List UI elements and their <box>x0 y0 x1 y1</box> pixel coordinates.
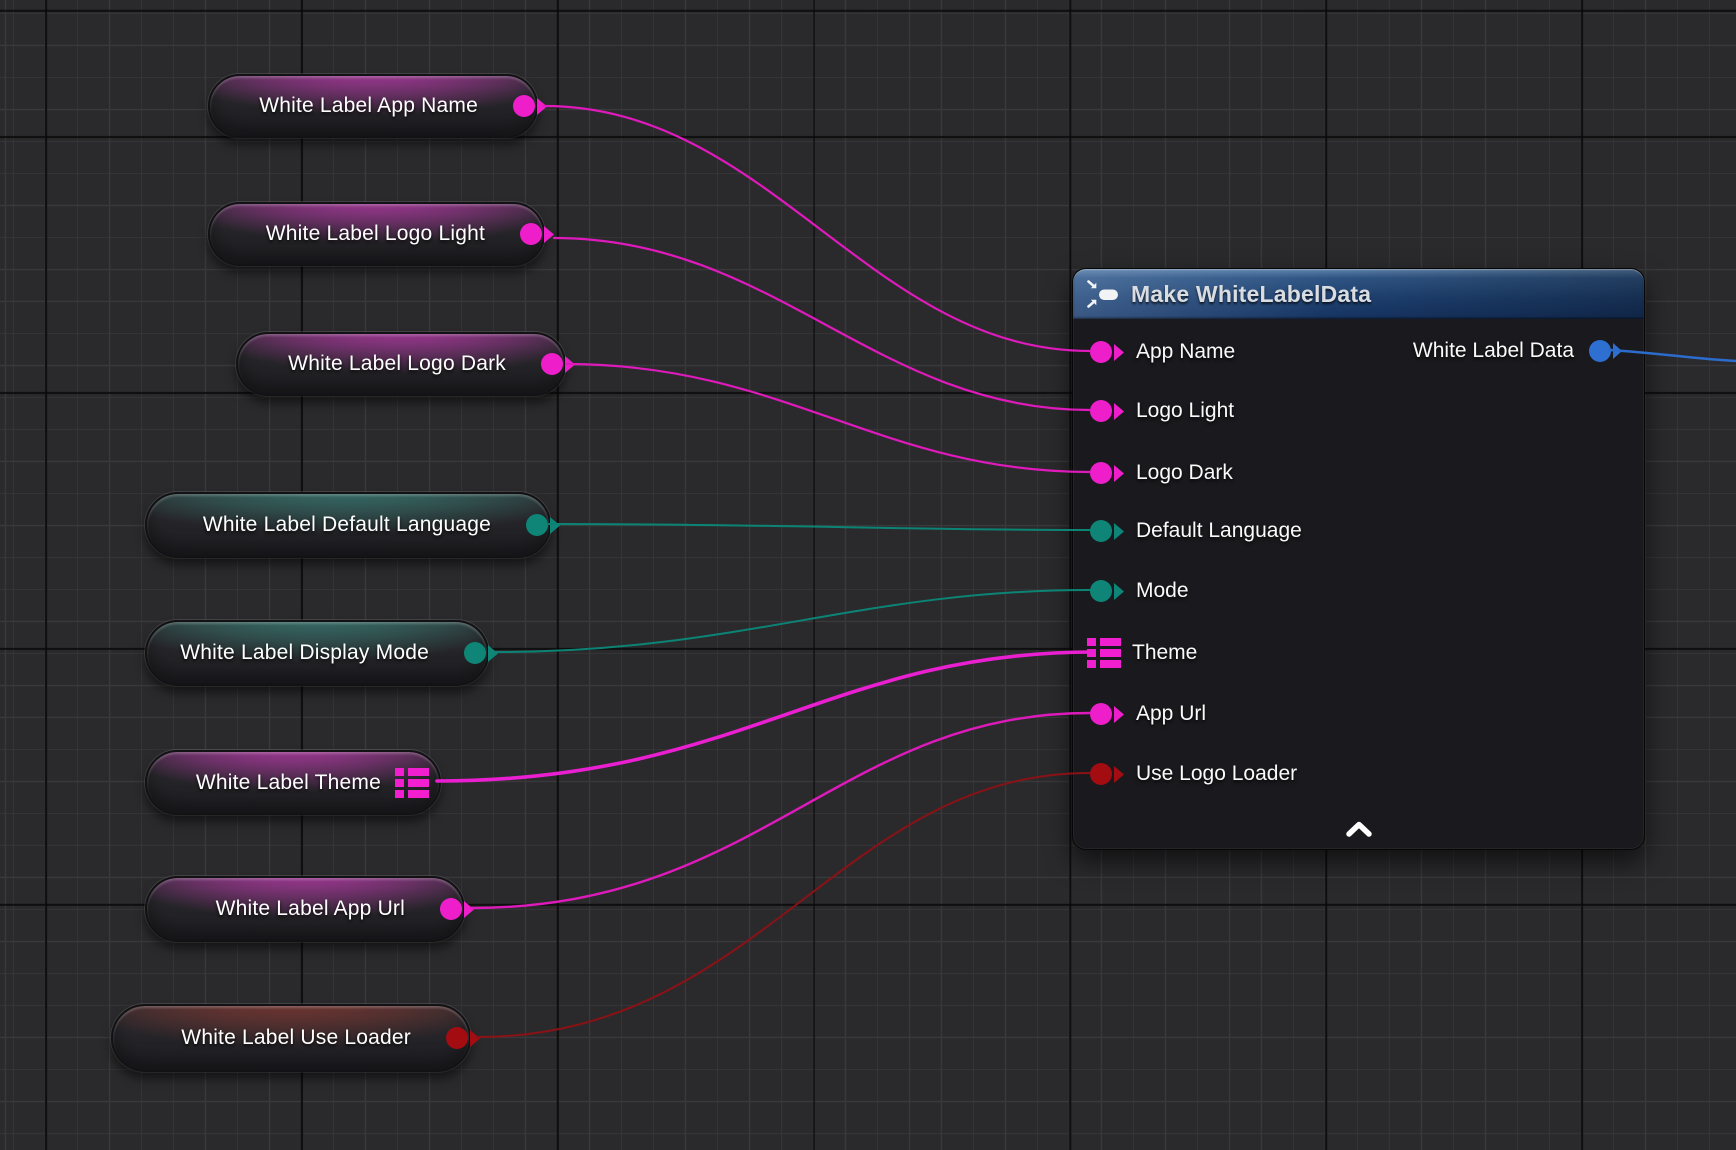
output-pin-row-white-label-data[interactable]: White Label Data <box>1413 329 1624 373</box>
variable-node-white-label-logo-dark[interactable]: White Label Logo Dark <box>236 332 566 396</box>
wire-white-label-theme-to-theme[interactable] <box>437 652 1094 781</box>
input-pin-row-logo-light[interactable]: Logo Light <box>1087 389 1234 433</box>
input-pin-icon[interactable] <box>1087 698 1125 730</box>
output-pin-icon[interactable] <box>523 509 561 541</box>
variable-node-label: White Label Theme <box>196 771 381 795</box>
node-header[interactable]: Make WhiteLabelData <box>1073 269 1644 319</box>
output-pin-icon[interactable] <box>510 90 548 122</box>
variable-node-white-label-display-mode[interactable]: White Label Display Mode <box>145 620 489 686</box>
output-pin-icon[interactable] <box>517 218 555 250</box>
blueprint-graph-canvas[interactable]: White Label App Name White Label Logo Li… <box>0 0 1736 1150</box>
variable-node-label: White Label Logo Light <box>266 222 485 246</box>
input-pin-icon[interactable] <box>1087 457 1125 489</box>
input-pin-row-mode[interactable]: Mode <box>1087 569 1189 613</box>
node-title: Make WhiteLabelData <box>1131 281 1371 308</box>
wire-white-label-use-loader-to-use-logo-loader[interactable] <box>477 773 1090 1037</box>
variable-node-white-label-default-language[interactable]: White Label Default Language <box>145 492 551 558</box>
input-pin-icon[interactable] <box>1087 336 1125 368</box>
struct-pin-icon[interactable] <box>1087 638 1121 668</box>
output-pin-icon[interactable] <box>1586 335 1624 367</box>
variable-node-white-label-app-url[interactable]: White Label App Url <box>145 876 465 942</box>
input-pin-label: Use Logo Loader <box>1136 762 1297 786</box>
wire-white-label-logo-light-to-logo-light[interactable] <box>554 238 1090 410</box>
input-pin-row-app-name[interactable]: App Name <box>1087 330 1235 374</box>
input-pin-row-app-url[interactable]: App Url <box>1087 692 1206 736</box>
output-pin-icon[interactable] <box>443 1022 481 1054</box>
make-whitelabeldata-node[interactable]: Make WhiteLabelData App Name Logo Light … <box>1072 268 1645 850</box>
input-pin-label: Logo Dark <box>1136 461 1233 485</box>
collapse-node-button[interactable] <box>1329 817 1389 841</box>
output-pin-icon[interactable] <box>538 348 576 380</box>
variable-node-white-label-logo-light[interactable]: White Label Logo Light <box>208 202 545 266</box>
input-pin-icon[interactable] <box>1087 758 1125 790</box>
variable-node-white-label-theme[interactable]: White Label Theme <box>145 750 441 815</box>
chevron-up-icon <box>1341 819 1377 839</box>
input-pin-label: Logo Light <box>1136 399 1234 423</box>
input-pin-row-logo-dark[interactable]: Logo Dark <box>1087 451 1233 495</box>
input-pin-row-default-language[interactable]: Default Language <box>1087 509 1302 553</box>
input-pin-label: Theme <box>1132 641 1197 665</box>
variable-node-label: White Label Logo Dark <box>288 352 506 376</box>
wire-white-label-app-url-to-app-url[interactable] <box>471 713 1090 908</box>
wire-white-label-app-name-to-app-name[interactable] <box>544 106 1090 351</box>
wire-white-label-default-language-to-default-language[interactable] <box>549 524 1090 530</box>
input-pin-icon[interactable] <box>1087 515 1125 547</box>
input-pin-icon[interactable] <box>1087 395 1125 427</box>
variable-node-label: White Label App Name <box>259 94 478 118</box>
struct-pin-icon[interactable] <box>395 768 429 798</box>
input-pin-row-theme[interactable]: Theme <box>1087 631 1197 675</box>
output-pin-icon[interactable] <box>437 893 475 925</box>
wire-white-label-logo-dark-to-logo-dark[interactable] <box>566 364 1090 472</box>
input-pin-row-use-logo-loader[interactable]: Use Logo Loader <box>1087 752 1297 796</box>
input-pin-label: App Url <box>1136 702 1206 726</box>
input-pin-label: Default Language <box>1136 519 1302 543</box>
wire-white-label-display-mode-to-mode[interactable] <box>496 590 1090 652</box>
variable-node-label: White Label Default Language <box>203 513 491 537</box>
make-struct-icon <box>1087 279 1119 309</box>
variable-node-label: White Label App Url <box>216 897 405 921</box>
output-pin-icon[interactable] <box>461 637 499 669</box>
input-pin-label: Mode <box>1136 579 1189 603</box>
variable-node-label: White Label Use Loader <box>181 1026 411 1050</box>
input-pin-icon[interactable] <box>1087 575 1125 607</box>
output-pin-label: White Label Data <box>1413 339 1574 363</box>
variable-node-white-label-use-loader[interactable]: White Label Use Loader <box>111 1004 471 1072</box>
input-pin-label: App Name <box>1136 340 1235 364</box>
variable-node-white-label-app-name[interactable]: White Label App Name <box>208 74 538 138</box>
variable-node-label: White Label Display Mode <box>180 641 429 665</box>
